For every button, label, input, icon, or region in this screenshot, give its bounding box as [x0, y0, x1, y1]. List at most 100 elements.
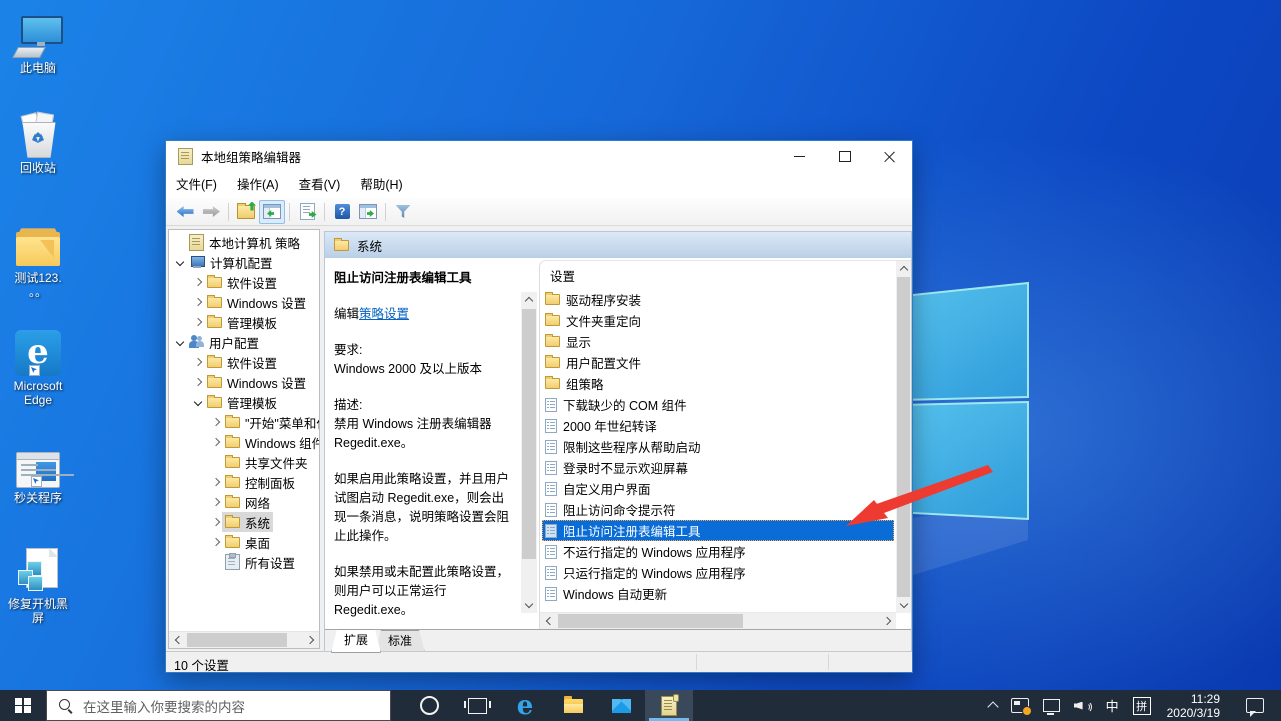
expander-icon[interactable]: [210, 539, 222, 545]
menu-view[interactable]: 查看(V): [289, 173, 351, 198]
expander-icon[interactable]: [210, 419, 222, 425]
list-item[interactable]: 限制这些程序从帮助启动: [542, 436, 894, 457]
show-console-tree-button[interactable]: [259, 200, 285, 224]
tree-item-network[interactable]: 网络: [169, 492, 319, 512]
scroll-down-icon[interactable]: [896, 598, 911, 613]
tree-item-system[interactable]: 系统: [169, 512, 319, 532]
filter-button[interactable]: [390, 200, 416, 224]
action-center-button[interactable]: [1229, 690, 1281, 721]
tree-item-software-settings-user[interactable]: 软件设置: [169, 352, 319, 372]
expander-icon[interactable]: [192, 319, 204, 325]
scroll-left-icon[interactable]: [540, 613, 556, 629]
list-item[interactable]: 文件夹重定向: [542, 310, 894, 331]
tree-item-desktop[interactable]: 桌面: [169, 532, 319, 552]
scroll-right-icon[interactable]: [880, 613, 896, 629]
list-item[interactable]: 驱动程序安装: [542, 289, 894, 310]
scrollbar-thumb[interactable]: [897, 277, 910, 597]
up-one-level-button[interactable]: [233, 200, 259, 224]
desktop-icon-this-pc[interactable]: 此电脑: [0, 12, 76, 75]
policy-settings-link[interactable]: 策略设置: [359, 307, 409, 321]
tree-item-computer-config[interactable]: 计算机配置: [169, 252, 319, 272]
expander-icon[interactable]: [210, 519, 222, 525]
desktop-icon-app[interactable]: 秒关程序: [0, 442, 76, 505]
mail-button[interactable]: [597, 690, 645, 721]
start-button[interactable]: [0, 690, 46, 721]
tab-extended[interactable]: 扩展: [331, 629, 381, 653]
expander-icon[interactable]: [192, 379, 204, 385]
maximize-button[interactable]: [822, 141, 867, 172]
gpedit-taskbar-button[interactable]: [645, 690, 693, 721]
list-item[interactable]: 不运行指定的 Windows 应用程序: [542, 541, 894, 562]
back-button[interactable]: [172, 200, 198, 224]
file-explorer-button[interactable]: [549, 690, 597, 721]
list-item[interactable]: 用户配置文件: [542, 352, 894, 373]
expander-icon[interactable]: [174, 259, 186, 265]
list-item[interactable]: 只运行指定的 Windows 应用程序: [542, 562, 894, 583]
volume-tray-button[interactable]: [1067, 690, 1099, 721]
tree-item-admin-templates-user[interactable]: 管理模板: [169, 392, 319, 412]
expander-icon[interactable]: [210, 439, 222, 445]
tree-item-all-settings[interactable]: 所有设置: [169, 552, 319, 572]
show-properties-button[interactable]: [355, 200, 381, 224]
list-column-header[interactable]: 设置: [550, 267, 575, 287]
menu-file[interactable]: 文件(F): [166, 173, 227, 198]
list-item[interactable]: 阻止访问命令提示符: [542, 499, 894, 520]
minimize-button[interactable]: [777, 141, 822, 172]
list-vertical-scrollbar[interactable]: [896, 261, 911, 613]
scrollbar-thumb[interactable]: [187, 633, 287, 647]
expander-icon[interactable]: [174, 339, 186, 345]
list-item[interactable]: 组策略: [542, 373, 894, 394]
scrollbar-thumb[interactable]: [522, 309, 536, 559]
list-item[interactable]: 2000 年世纪转译: [542, 415, 894, 436]
ime-language-button[interactable]: 中: [1099, 690, 1126, 721]
scrollbar-thumb[interactable]: [558, 614, 743, 628]
tree-item-start-menu[interactable]: "开始"菜单和任务栏: [169, 412, 319, 432]
expander-icon[interactable]: [192, 359, 204, 365]
expander-icon[interactable]: [192, 299, 204, 305]
title-bar[interactable]: 本地组策略编辑器: [166, 141, 912, 172]
network-tray-button[interactable]: [1036, 690, 1067, 721]
description-vertical-scrollbar[interactable]: [521, 292, 537, 613]
tree-item-admin-templates[interactable]: 管理模板: [169, 312, 319, 332]
scroll-right-icon[interactable]: [303, 632, 319, 648]
edge-taskbar-button[interactable]: e: [501, 690, 549, 721]
menu-action[interactable]: 操作(A): [227, 173, 289, 198]
list-item[interactable]: 下载缺少的 COM 组件: [542, 394, 894, 415]
tree-item-shared-folders[interactable]: 共享文件夹: [169, 452, 319, 472]
expander-icon[interactable]: [192, 279, 204, 285]
help-button[interactable]: ?: [329, 200, 355, 224]
ime-mode-button[interactable]: 拼: [1126, 690, 1158, 721]
scroll-down-icon[interactable]: [521, 598, 537, 613]
tree-item-user-config[interactable]: 用户配置: [169, 332, 319, 352]
expander-icon[interactable]: [210, 479, 222, 485]
tree-item-software-settings[interactable]: 软件设置: [169, 272, 319, 292]
tree-item-root[interactable]: 本地计算机 策略: [169, 232, 319, 252]
expander-icon[interactable]: [192, 399, 204, 405]
tree-horizontal-scrollbar[interactable]: [169, 631, 319, 648]
desktop-icon-test-folder[interactable]: 测试123. 。。: [0, 222, 76, 299]
expander-icon[interactable]: [210, 499, 222, 505]
menu-help[interactable]: 帮助(H): [350, 173, 412, 198]
list-item[interactable]: Windows 自动更新: [542, 583, 894, 604]
list-item[interactable]: 显示: [542, 331, 894, 352]
forward-button[interactable]: [198, 200, 224, 224]
cortana-button[interactable]: [405, 690, 453, 721]
taskbar-search-box[interactable]: 在这里输入你要搜索的内容: [46, 690, 391, 721]
clock[interactable]: 11:29 2020/3/19: [1158, 692, 1229, 720]
desktop-icon-registry-fix[interactable]: 修复开机黑 屏: [0, 548, 76, 625]
tree-item-windows-settings[interactable]: Windows 设置: [169, 292, 319, 312]
list-item-selected[interactable]: 阻止访问注册表编辑工具: [542, 520, 894, 541]
tree-item-control-panel[interactable]: 控制面板: [169, 472, 319, 492]
tree-item-windows-settings-user[interactable]: Windows 设置: [169, 372, 319, 392]
desktop-icon-recycle-bin[interactable]: 回收站: [0, 112, 76, 175]
scroll-left-icon[interactable]: [169, 632, 185, 648]
list-horizontal-scrollbar[interactable]: [540, 612, 896, 629]
task-view-button[interactable]: [453, 690, 501, 721]
news-tray-button[interactable]: [1004, 690, 1036, 721]
list-item[interactable]: 登录时不显示欢迎屏幕: [542, 457, 894, 478]
hidden-icons-button[interactable]: [982, 690, 1004, 721]
close-button[interactable]: [867, 141, 912, 172]
desktop-icon-edge[interactable]: e Microsoft Edge: [0, 330, 76, 407]
scroll-up-icon[interactable]: [896, 261, 911, 276]
list-item[interactable]: 自定义用户界面: [542, 478, 894, 499]
